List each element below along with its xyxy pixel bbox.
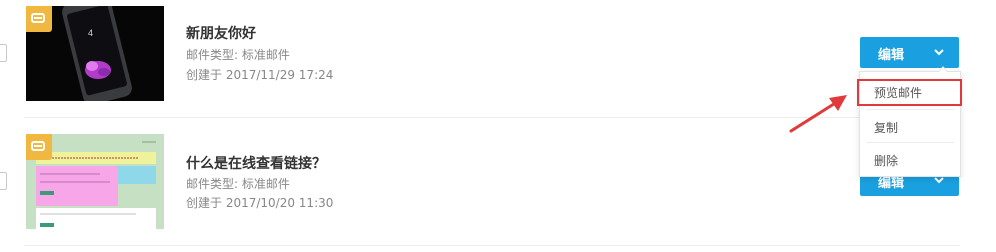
menu-item-delete[interactable]: 删除 bbox=[860, 143, 960, 175]
menu-item-label: 复制 bbox=[874, 121, 899, 135]
edit-button-label: 编辑 bbox=[878, 48, 905, 63]
email-type: 邮件类型: 标准邮件 bbox=[186, 48, 290, 62]
chevron-down-icon[interactable] bbox=[933, 43, 945, 64]
svg-text:4: 4 bbox=[88, 28, 93, 38]
menu-item-label: 删除 bbox=[874, 154, 899, 168]
menu-item-copy[interactable]: 复制 bbox=[860, 110, 960, 142]
row-checkbox[interactable] bbox=[0, 44, 7, 62]
email-created-time: 创建于 2017/11/29 17:24 bbox=[186, 68, 334, 82]
email-thumbnail[interactable]: 4 bbox=[26, 6, 164, 101]
email-created-time: 创建于 2017/10/20 11:30 bbox=[186, 196, 334, 210]
email-thumbnail[interactable] bbox=[26, 134, 164, 229]
dropdown-caret bbox=[938, 66, 948, 72]
row-divider bbox=[24, 245, 960, 246]
edit-button[interactable]: 编辑 bbox=[860, 37, 959, 68]
email-type: 邮件类型: 标准邮件 bbox=[186, 177, 290, 191]
email-title[interactable]: 新朋友你好 bbox=[186, 23, 256, 43]
mail-tag-icon bbox=[26, 134, 52, 160]
row-checkbox[interactable] bbox=[0, 172, 7, 190]
annotation-highlight-box bbox=[857, 79, 962, 106]
annotation-arrow-icon bbox=[789, 95, 847, 133]
email-title[interactable]: 什么是在线查看链接？ bbox=[186, 153, 326, 173]
mail-tag-icon bbox=[26, 6, 52, 32]
